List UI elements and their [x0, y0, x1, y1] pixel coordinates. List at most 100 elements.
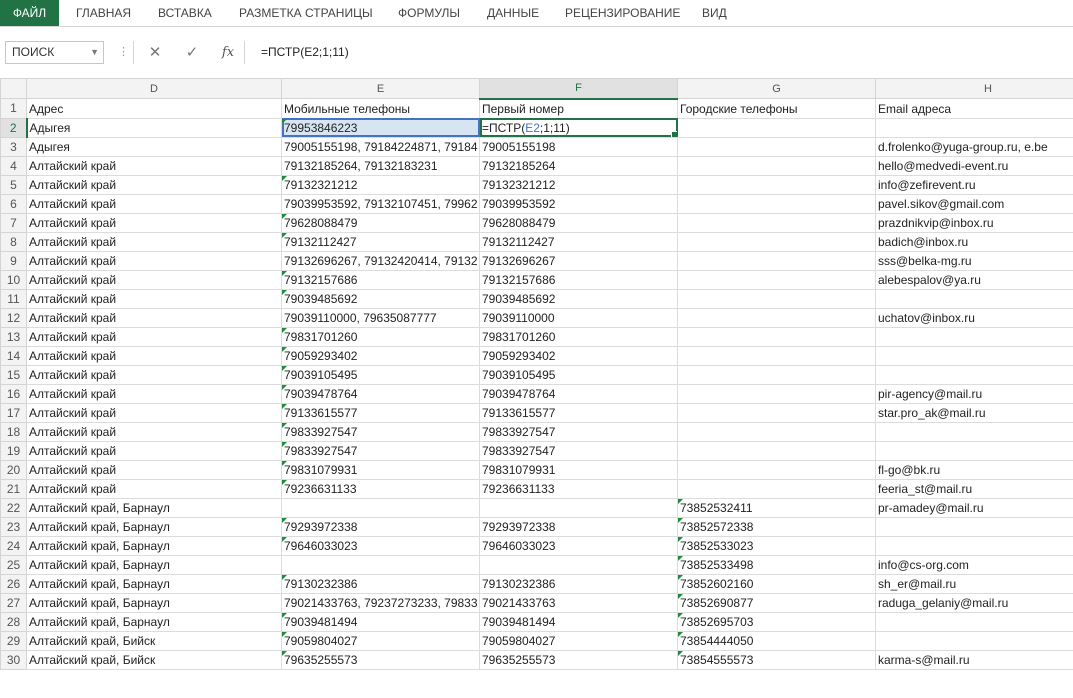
- row-header[interactable]: 6: [0, 193, 27, 214]
- cell-e[interactable]: 79132321212: [281, 174, 480, 195]
- cell-h[interactable]: info@zefirevent.ru: [875, 174, 1073, 195]
- cell-f[interactable]: 79833927547: [479, 440, 678, 461]
- cell-f[interactable]: 79236631133: [479, 478, 678, 499]
- cell-d[interactable]: Алтайский край, Барнаул: [26, 573, 282, 594]
- row-header[interactable]: 12: [0, 307, 27, 328]
- cell-d[interactable]: Алтайский край, Барнаул: [26, 516, 282, 537]
- row-header[interactable]: 9: [0, 250, 27, 271]
- cell-g[interactable]: [677, 231, 876, 252]
- cell-f[interactable]: 79039105495: [479, 364, 678, 385]
- cell-e[interactable]: 79132185264, 79132183231: [281, 155, 480, 176]
- cell-d[interactable]: Алтайский край: [26, 402, 282, 423]
- cell-f[interactable]: 79132696267: [479, 250, 678, 271]
- cell-h[interactable]: pavel.sikov@gmail.com: [875, 193, 1073, 214]
- cell-d[interactable]: Алтайский край: [26, 345, 282, 366]
- cell-e[interactable]: 79133615577: [281, 402, 480, 423]
- cell-d[interactable]: Алтайский край: [26, 212, 282, 233]
- cell-d[interactable]: Алтайский край: [26, 307, 282, 328]
- cell-g[interactable]: [677, 117, 876, 138]
- row-header[interactable]: 21: [0, 478, 27, 499]
- column-title-g[interactable]: Городские телефоны: [677, 98, 876, 119]
- cell-h[interactable]: [875, 364, 1073, 385]
- cell-d[interactable]: Алтайский край: [26, 478, 282, 499]
- cell-f[interactable]: 79293972338: [479, 516, 678, 537]
- cell-e[interactable]: 79059804027: [281, 630, 480, 651]
- cell-e[interactable]: 79039105495: [281, 364, 480, 385]
- tab-home[interactable]: ГЛАВНАЯ: [76, 0, 131, 26]
- cell-f[interactable]: 79133615577: [479, 402, 678, 423]
- cell-d[interactable]: Алтайский край, Барнаул: [26, 554, 282, 575]
- cell-f[interactable]: 79039110000: [479, 307, 678, 328]
- cell-h[interactable]: [875, 535, 1073, 556]
- tab-file[interactable]: ФАЙЛ: [0, 0, 59, 26]
- cell-f[interactable]: 79635255573: [479, 649, 678, 670]
- row-header[interactable]: 13: [0, 326, 27, 347]
- row-header[interactable]: 14: [0, 345, 27, 366]
- cell-h[interactable]: info@cs-org.com: [875, 554, 1073, 575]
- row-header[interactable]: 29: [0, 630, 27, 651]
- cell-e[interactable]: 79635255573: [281, 649, 480, 670]
- row-header[interactable]: 22: [0, 497, 27, 518]
- cell-h[interactable]: d.frolenko@yuga-group.ru, e.be: [875, 136, 1073, 157]
- row-header[interactable]: 15: [0, 364, 27, 385]
- cell-g[interactable]: [677, 440, 876, 461]
- formula-input[interactable]: =ПСТР(E2;1;11): [245, 41, 1073, 64]
- cell-h[interactable]: badich@inbox.ru: [875, 231, 1073, 252]
- row-header[interactable]: 16: [0, 383, 27, 404]
- referenced-cell[interactable]: 79953846223: [281, 117, 480, 138]
- column-header-g[interactable]: G: [677, 78, 876, 99]
- select-all-corner[interactable]: [0, 78, 27, 99]
- cell-e[interactable]: 79833927547: [281, 440, 480, 461]
- cell-f[interactable]: 79132321212: [479, 174, 678, 195]
- cell-e[interactable]: 79236631133: [281, 478, 480, 499]
- cell-g[interactable]: 73852602160: [677, 573, 876, 594]
- cell-d[interactable]: Алтайский край, Бийск: [26, 630, 282, 651]
- row-header[interactable]: 28: [0, 611, 27, 632]
- row-header[interactable]: 18: [0, 421, 27, 442]
- row-header[interactable]: 10: [0, 269, 27, 290]
- cell-f[interactable]: 79833927547: [479, 421, 678, 442]
- cell-d[interactable]: Адыгея: [26, 117, 282, 138]
- row-header[interactable]: 30: [0, 649, 27, 670]
- cell-d[interactable]: Алтайский край: [26, 421, 282, 442]
- cell-g[interactable]: [677, 307, 876, 328]
- cell-f[interactable]: 79039485692: [479, 288, 678, 309]
- row-header[interactable]: 5: [0, 174, 27, 195]
- cell-d[interactable]: Алтайский край, Барнаул: [26, 611, 282, 632]
- column-title-h[interactable]: Email адреса: [875, 98, 1073, 119]
- cell-g[interactable]: 73852695703: [677, 611, 876, 632]
- tab-formulas[interactable]: ФОРМУЛЫ: [398, 0, 460, 26]
- cell-e[interactable]: [281, 554, 480, 575]
- cell-d[interactable]: Алтайский край, Барнаул: [26, 535, 282, 556]
- cell-g[interactable]: [677, 174, 876, 195]
- cell-h[interactable]: [875, 516, 1073, 537]
- cell-h[interactable]: [875, 345, 1073, 366]
- cell-f[interactable]: 79039478764: [479, 383, 678, 404]
- column-title-f[interactable]: Первый номер: [479, 98, 678, 119]
- column-header-f[interactable]: F: [479, 78, 678, 100]
- cell-e[interactable]: 79021433763, 79237273233, 79833: [281, 592, 480, 613]
- cell-d[interactable]: Алтайский край: [26, 174, 282, 195]
- name-box[interactable]: ПОИСК ▼: [5, 41, 104, 64]
- cell-h[interactable]: pir-agency@mail.ru: [875, 383, 1073, 404]
- cell-g[interactable]: [677, 269, 876, 290]
- cancel-icon[interactable]: ✕: [143, 41, 167, 64]
- cell-f[interactable]: 79628088479: [479, 212, 678, 233]
- cell-d[interactable]: Алтайский край: [26, 364, 282, 385]
- cell-e[interactable]: 79132112427: [281, 231, 480, 252]
- cell-d[interactable]: Адыгея: [26, 136, 282, 157]
- cell-g[interactable]: [677, 364, 876, 385]
- cell-d[interactable]: Алтайский край: [26, 155, 282, 176]
- cell-f[interactable]: 79039953592: [479, 193, 678, 214]
- cell-g[interactable]: 73854555573: [677, 649, 876, 670]
- cell-f[interactable]: 79132185264: [479, 155, 678, 176]
- cell-d[interactable]: Алтайский край: [26, 440, 282, 461]
- cell-f[interactable]: 79130232386: [479, 573, 678, 594]
- cell-d[interactable]: Алтайский край, Барнаул: [26, 497, 282, 518]
- cell-h[interactable]: [875, 326, 1073, 347]
- cell-h[interactable]: [875, 117, 1073, 138]
- cell-g[interactable]: [677, 345, 876, 366]
- cell-e[interactable]: 79039953592, 79132107451, 79962: [281, 193, 480, 214]
- cell-e[interactable]: 79132157686: [281, 269, 480, 290]
- cell-g[interactable]: [677, 212, 876, 233]
